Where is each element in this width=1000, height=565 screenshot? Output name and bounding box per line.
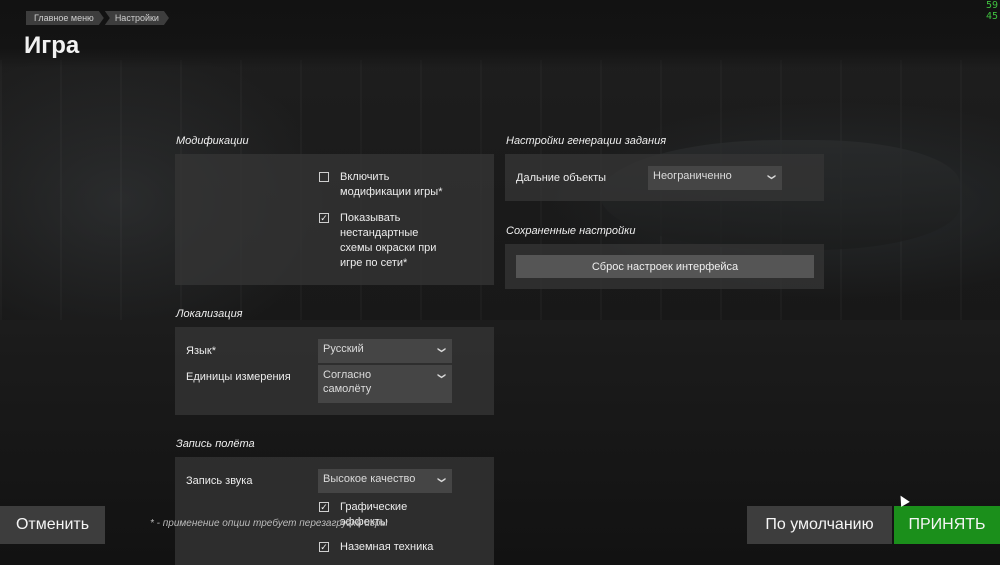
chevron-down-icon: ❯ bbox=[767, 173, 777, 181]
chevron-down-icon: ❯ bbox=[437, 346, 447, 354]
language-value: Русский bbox=[323, 343, 364, 355]
language-label: Язык* bbox=[186, 345, 216, 357]
ground-vehicles-checkbox-row[interactable]: ✓ Наземная техника bbox=[319, 540, 433, 555]
fps-value-bottom: 45 bbox=[985, 11, 998, 22]
graphic-effects-checkbox[interactable]: ✓ bbox=[319, 502, 329, 512]
ground-vehicles-label: Наземная техника bbox=[340, 541, 434, 553]
saved-settings-panel: Сброс настроек интерфейса bbox=[505, 244, 824, 289]
units-dropdown[interactable]: Согласно самолёту ❯ bbox=[318, 365, 452, 403]
enable-mods-label: Включить модификации игры* bbox=[340, 171, 443, 198]
sound-quality-value: Высокое качество bbox=[323, 473, 416, 485]
section-title-mods: Модификации bbox=[176, 135, 249, 147]
chevron-down-icon: ❯ bbox=[437, 476, 447, 484]
ground-vehicles-checkbox[interactable]: ✓ bbox=[319, 542, 329, 552]
page-title: Игра bbox=[24, 32, 80, 59]
restart-footnote: * - применение опции требует перезагрузк… bbox=[150, 518, 388, 529]
enable-mods-checkbox[interactable] bbox=[319, 172, 329, 182]
far-objects-value: Неограниченно bbox=[653, 170, 732, 182]
section-title-localization: Локализация bbox=[176, 308, 243, 320]
far-objects-label: Дальние объекты bbox=[516, 172, 607, 184]
top-bar: Главное меню Настройки Игра 59 45 bbox=[0, 0, 1000, 68]
units-label: Единицы измерения bbox=[186, 371, 291, 383]
breadcrumb-main-menu[interactable]: Главное меню bbox=[26, 11, 104, 25]
sound-quality-dropdown[interactable]: Высокое качество ❯ bbox=[318, 469, 452, 493]
mission-gen-panel: Дальние объекты Неограниченно ❯ bbox=[505, 154, 824, 201]
cancel-button[interactable]: Отменить bbox=[0, 506, 105, 544]
section-title-saved: Сохраненные настройки bbox=[506, 225, 636, 237]
reset-interface-button[interactable]: Сброс настроек интерфейса bbox=[516, 255, 814, 278]
fps-counter: 59 45 bbox=[986, 0, 998, 22]
language-dropdown[interactable]: Русский ❯ bbox=[318, 339, 452, 363]
default-button[interactable]: По умолчанию bbox=[747, 506, 892, 544]
units-value: Согласно самолёту bbox=[323, 369, 372, 395]
localization-panel: Язык* Русский ❯ Единицы измерения Соглас… bbox=[175, 327, 494, 415]
custom-skins-checkbox-row[interactable]: ✓ Показывать нестандартные схемы окраски… bbox=[319, 211, 436, 271]
sound-record-label: Запись звука bbox=[186, 475, 253, 487]
custom-skins-checkbox[interactable]: ✓ bbox=[319, 213, 329, 223]
mods-panel: Включить модификации игры* ✓ Показывать … bbox=[175, 154, 494, 285]
accept-button[interactable]: ПРИНЯТЬ bbox=[894, 506, 1000, 544]
chevron-down-icon: ❯ bbox=[437, 372, 447, 380]
breadcrumb-settings[interactable]: Настройки bbox=[105, 11, 169, 25]
section-title-flight-record: Запись полёта bbox=[176, 438, 255, 450]
flight-record-panel: Запись звука Высокое качество ❯ ✓ Графич… bbox=[175, 457, 494, 565]
enable-mods-checkbox-row[interactable]: Включить модификации игры* bbox=[319, 170, 442, 200]
fps-value-top: 59 bbox=[985, 0, 998, 11]
section-title-mission-gen: Настройки генерации задания bbox=[506, 135, 667, 147]
breadcrumb: Главное меню Настройки bbox=[26, 11, 170, 25]
custom-skins-label: Показывать нестандартные схемы окраски п… bbox=[340, 212, 437, 269]
far-objects-dropdown[interactable]: Неограниченно ❯ bbox=[648, 166, 782, 190]
